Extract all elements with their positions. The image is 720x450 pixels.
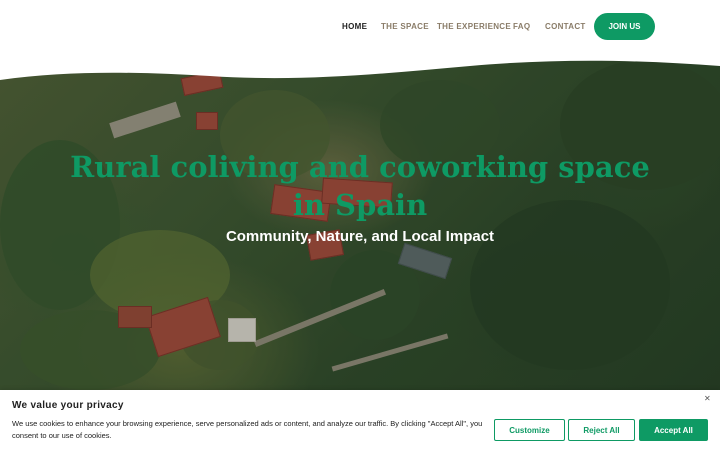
site-header: HOME THE SPACE THE EXPERIENCE FAQ CONTAC… [0,0,720,95]
main-navigation: HOME THE SPACE THE EXPERIENCE FAQ CONTAC… [0,0,720,52]
nav-the-experience[interactable]: THE EXPERIENCE [437,22,511,31]
cookie-consent-banner: We value your privacy ✕ We use cookies t… [0,390,720,450]
close-icon[interactable]: ✕ [704,394,711,403]
join-us-button[interactable]: JOIN US [594,13,655,40]
customize-button[interactable]: Customize [494,419,565,441]
nav-the-space[interactable]: THE SPACE [381,22,429,31]
accept-all-button[interactable]: Accept All [639,419,708,441]
nav-contact[interactable]: CONTACT [545,22,586,31]
nav-faq[interactable]: FAQ [513,22,530,31]
cookie-banner-title: We value your privacy [12,400,124,411]
cookie-banner-text: We use cookies to enhance your browsing … [12,419,483,440]
hero-subtitle: Community, Nature, and Local Impact [225,228,495,245]
nav-home[interactable]: HOME [342,22,367,31]
reject-all-button[interactable]: Reject All [568,419,635,441]
hero-title: Rural coliving and coworking space in Sp… [70,150,650,222]
